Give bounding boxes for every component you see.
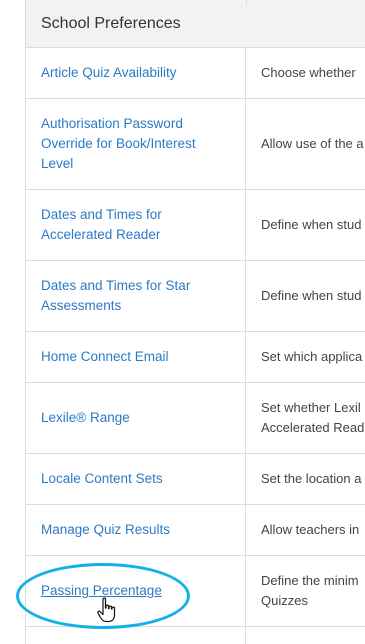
- home-connect-email-link[interactable]: Home Connect Email: [41, 347, 169, 367]
- table-row: Dates and Times for Star Assessments Def…: [26, 261, 365, 332]
- row-description: Allow teachers in: [261, 522, 360, 537]
- locale-content-sets-link[interactable]: Locale Content Sets: [41, 469, 163, 489]
- row-name-cell: Passing Percentage: [26, 556, 246, 626]
- row-description: Set which applica: [261, 349, 363, 364]
- row-desc-cell: Define when stud: [246, 190, 365, 260]
- dates-times-accelerated-reader-link[interactable]: Dates and Times for Accelerated Reader: [41, 205, 162, 245]
- table-row: Passing Percentage Define the minim Quiz…: [26, 556, 365, 627]
- header-divider: [246, 0, 247, 6]
- row-desc-cell: Allow use of the a: [246, 99, 365, 189]
- row-name-cell: Locale Content Sets: [26, 454, 246, 504]
- table-row: Dates and Times for Accelerated Reader D…: [26, 190, 365, 261]
- row-name-cell: Home Connect Email: [26, 332, 246, 382]
- row-description: Set whether Lexil Accelerated Read: [261, 400, 365, 435]
- table-row: Locale Content Sets Set the location a: [26, 454, 365, 505]
- row-desc-cell: Set which applica: [246, 332, 365, 382]
- row-name-cell: Lexile® Range: [26, 383, 246, 453]
- row-description: Define the minim Quizzes: [261, 573, 359, 608]
- row-desc-cell: Allow teachers in: [246, 505, 365, 555]
- table-row: Lexile® Range Set whether Lexil Accelera…: [26, 383, 365, 454]
- row-desc-cell: Set whether Lexil Accelerated Read: [246, 383, 365, 453]
- row-name-cell: Article Quiz Availability: [26, 48, 246, 98]
- row-desc-cell: Choose whether: [246, 48, 365, 98]
- row-desc-cell: Define when stud: [246, 261, 365, 331]
- table-row: [26, 627, 365, 644]
- row-desc-cell: Set the location a: [246, 454, 365, 504]
- row-name-cell: Dates and Times for Star Assessments: [26, 261, 246, 331]
- row-description: Choose whether: [261, 65, 356, 80]
- row-name-cell: Authorisation Password Override for Book…: [26, 99, 246, 189]
- row-description: Define when stud: [261, 288, 362, 303]
- hand-pointer-icon: [97, 597, 116, 623]
- row-description: Allow use of the a: [261, 136, 364, 151]
- row-description: Set the location a: [261, 471, 362, 486]
- table-row: Article Quiz Availability Choose whether: [26, 48, 365, 99]
- table-row: Home Connect Email Set which applica: [26, 332, 365, 383]
- row-desc-cell: [246, 627, 365, 644]
- row-desc-cell: Define the minim Quizzes: [246, 556, 365, 626]
- page: School Preferences Article Quiz Availabi…: [0, 0, 365, 644]
- manage-quiz-results-link[interactable]: Manage Quiz Results: [41, 520, 170, 540]
- section-header: School Preferences: [26, 0, 365, 48]
- section-title: School Preferences: [41, 14, 181, 32]
- authorisation-password-override-link[interactable]: Authorisation Password Override for Book…: [41, 114, 196, 174]
- row-description: Define when stud: [261, 217, 362, 232]
- preferences-table: School Preferences Article Quiz Availabi…: [25, 0, 365, 644]
- table-row: Manage Quiz Results Allow teachers in: [26, 505, 365, 556]
- lexile-range-link[interactable]: Lexile® Range: [41, 408, 130, 428]
- table-row: Authorisation Password Override for Book…: [26, 99, 365, 190]
- row-name-cell: Manage Quiz Results: [26, 505, 246, 555]
- row-name-cell: Dates and Times for Accelerated Reader: [26, 190, 246, 260]
- article-quiz-availability-link[interactable]: Article Quiz Availability: [41, 63, 177, 83]
- row-name-cell: [26, 627, 246, 644]
- dates-times-star-assessments-link[interactable]: Dates and Times for Star Assessments: [41, 276, 190, 316]
